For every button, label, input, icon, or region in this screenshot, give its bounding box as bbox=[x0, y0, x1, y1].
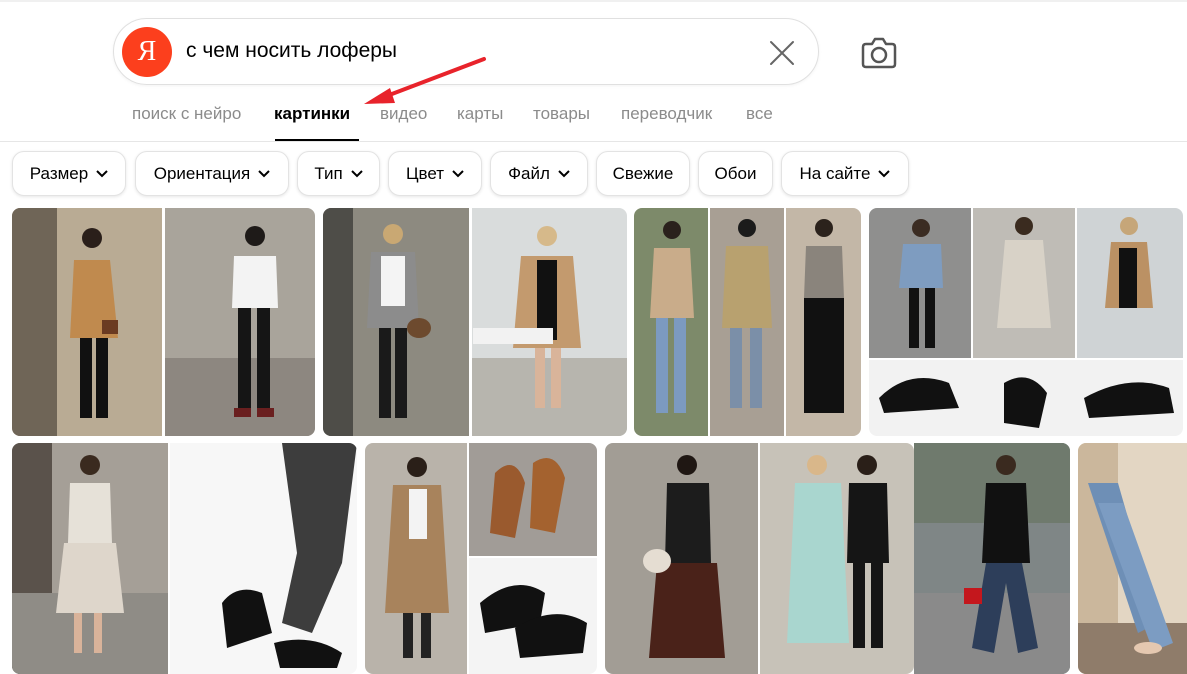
filter-color[interactable]: Цвет bbox=[388, 151, 482, 196]
image-result[interactable] bbox=[12, 208, 315, 436]
image-result[interactable] bbox=[869, 208, 1183, 436]
filter-wallpapers-label: Обои bbox=[714, 163, 757, 183]
chevron-down-icon bbox=[558, 169, 570, 177]
filter-orientation-label: Ориентация bbox=[153, 163, 251, 183]
image-result[interactable] bbox=[1078, 443, 1187, 674]
tab-products[interactable]: товары bbox=[533, 104, 590, 124]
filter-type-label: Тип bbox=[314, 163, 343, 183]
filter-on-site-label: На сайте bbox=[799, 163, 871, 183]
chevron-down-icon bbox=[96, 169, 108, 177]
filter-color-label: Цвет bbox=[405, 163, 445, 183]
tab-neuro[interactable]: поиск с нейро bbox=[132, 104, 241, 124]
filter-size[interactable]: Размер bbox=[12, 151, 126, 196]
tab-all[interactable]: все bbox=[746, 104, 773, 124]
chevron-down-icon bbox=[258, 169, 270, 177]
image-result[interactable] bbox=[605, 443, 914, 674]
chevron-down-icon bbox=[350, 169, 363, 177]
camera-icon[interactable] bbox=[860, 36, 898, 70]
filter-type[interactable]: Тип bbox=[297, 151, 380, 196]
tab-video[interactable]: видео bbox=[380, 104, 427, 124]
filter-size-label: Размер bbox=[29, 163, 89, 183]
tab-images[interactable]: картинки bbox=[274, 104, 350, 124]
image-result[interactable] bbox=[634, 208, 861, 436]
search-input[interactable] bbox=[186, 35, 746, 67]
filter-orientation[interactable]: Ориентация bbox=[135, 151, 289, 196]
image-result[interactable] bbox=[323, 208, 627, 436]
image-result[interactable] bbox=[12, 443, 357, 674]
tabs-divider bbox=[0, 141, 1187, 142]
search-bar[interactable]: Я bbox=[113, 18, 819, 85]
filter-fresh[interactable]: Свежие bbox=[596, 151, 690, 196]
close-icon[interactable] bbox=[768, 39, 796, 67]
filter-wallpapers[interactable]: Обои bbox=[698, 151, 773, 196]
tab-maps[interactable]: карты bbox=[457, 104, 503, 124]
top-border bbox=[0, 0, 1187, 2]
tab-translator[interactable]: переводчик bbox=[621, 104, 712, 124]
image-result[interactable] bbox=[365, 443, 597, 674]
filter-on-site[interactable]: На сайте bbox=[781, 151, 909, 196]
chevron-down-icon bbox=[878, 169, 891, 177]
filter-file-label: Файл bbox=[508, 163, 550, 183]
chevron-down-icon bbox=[452, 169, 464, 177]
filter-fresh-label: Свежие bbox=[612, 163, 674, 183]
yandex-logo[interactable]: Я bbox=[122, 27, 172, 77]
image-result[interactable] bbox=[914, 443, 1070, 674]
filter-file[interactable]: Файл bbox=[490, 151, 588, 196]
